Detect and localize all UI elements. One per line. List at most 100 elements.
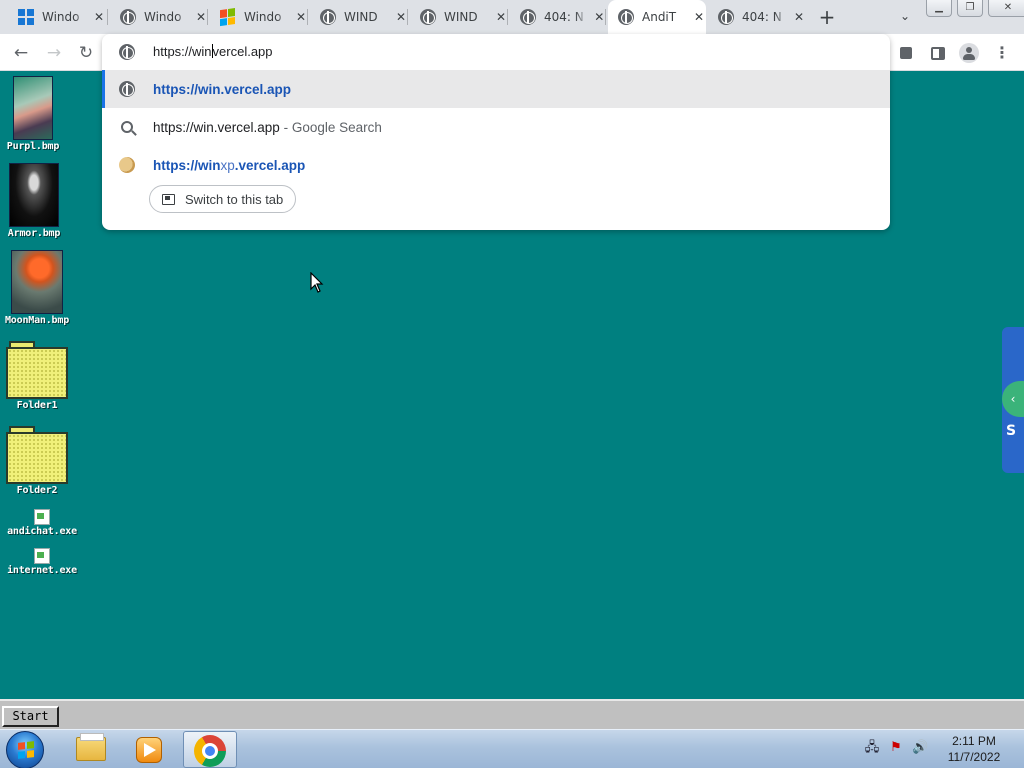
desktop-icon-label: MoonMan.bmp <box>4 315 70 326</box>
suggestion-3[interactable]: https://winxp.vercel.app <box>102 146 890 184</box>
tab-title: Windo <box>42 10 80 24</box>
tab-close-icon[interactable]: ✕ <box>92 10 106 24</box>
desktop-icon-label: andichat.exe <box>7 526 77 537</box>
address-input[interactable]: https://winvercel.app <box>153 44 273 59</box>
tab-close-icon[interactable]: ✕ <box>294 10 308 24</box>
moonman-image-thumbnail <box>11 250 63 314</box>
globe-icon <box>120 9 136 25</box>
tab-4[interactable]: WIND ✕ <box>310 0 408 34</box>
omnibox-dropdown: https://winvercel.app https://win.vercel… <box>102 34 890 230</box>
windows-explorer-icon[interactable] <box>62 731 116 768</box>
profile-avatar-icon[interactable] <box>957 41 981 65</box>
tab-title: WIND <box>444 10 478 24</box>
more-menu-kebab-icon[interactable]: ⋮ <box>990 41 1014 65</box>
window-controls: ▁ ❐ ✕ <box>926 0 1024 18</box>
globe-icon <box>420 9 436 25</box>
new-tab-plus-icon[interactable]: + <box>816 6 838 28</box>
address-bar[interactable]: https://winvercel.app <box>102 34 890 70</box>
suggestion-2-search[interactable]: https://win.vercel.app - Google Search <box>102 108 890 146</box>
switch-tab-icon <box>162 193 175 205</box>
tab-title: AndiT <box>642 10 677 24</box>
tab-title: WIND <box>344 10 378 24</box>
action-center-flag-icon[interactable]: ⚑ <box>888 740 904 756</box>
tab-5[interactable]: WIND ✕ <box>410 0 508 34</box>
os-taskbar: 🖧 ⚑ 🔊 2:11 PM 11/7/2022 <box>0 729 1024 768</box>
globe-icon <box>320 9 336 25</box>
armor-image-thumbnail <box>9 163 59 227</box>
search-icon <box>121 121 133 133</box>
tab-title: Windo <box>244 10 282 24</box>
globe-icon <box>119 81 135 97</box>
tab-1[interactable]: Windo ✕ <box>8 0 108 34</box>
desktop-icon-internet[interactable]: internet.exe <box>2 548 82 576</box>
site-info-globe-icon[interactable] <box>119 44 135 60</box>
broken-image-icon <box>34 548 50 564</box>
desktop-icon-moonman[interactable]: MoonMan.bmp <box>0 250 77 326</box>
webpage-start-bar: Start <box>0 699 1024 729</box>
tab-title: Windo <box>144 10 182 24</box>
side-panel-icon[interactable] <box>926 41 950 65</box>
tab-search-chevron-icon[interactable]: ⌄ <box>896 9 914 25</box>
desktop-icon-andichat[interactable]: andichat.exe <box>2 509 82 537</box>
back-arrow-icon[interactable]: ← <box>9 41 33 65</box>
desktop-icon-label: Purpl.bmp <box>6 141 60 152</box>
desktop-icon-purpl[interactable]: Purpl.bmp <box>0 76 73 152</box>
tab-close-icon[interactable]: ✕ <box>592 10 606 24</box>
extensions-puzzle-icon[interactable] <box>894 41 918 65</box>
windows-logo-icon <box>18 9 34 25</box>
desktop-icon-label: Armor.bmp <box>7 228 61 239</box>
clock-time: 2:11 PM <box>952 734 996 748</box>
clock-date: 11/7/2022 <box>947 750 1001 764</box>
switch-to-tab-label: Switch to this tab <box>185 191 284 207</box>
tab-7-active[interactable]: AndiT ✕ <box>608 0 706 34</box>
network-icon[interactable]: 🖧 <box>864 740 880 756</box>
suggestion-1[interactable]: https://win.vercel.app <box>102 70 890 108</box>
windows-start-orb-icon[interactable] <box>6 731 44 768</box>
tab-2[interactable]: Windo ✕ <box>110 0 208 34</box>
tab-title: 404: N <box>544 10 584 24</box>
desktop-icon-folder2[interactable]: Folder2 <box>0 426 77 496</box>
restore-icon[interactable]: ❐ <box>957 0 983 17</box>
switch-to-tab-button[interactable]: Switch to this tab <box>149 185 297 213</box>
desktop-icon-label: internet.exe <box>7 565 77 576</box>
tab-6[interactable]: 404: N ✕ <box>510 0 606 34</box>
tab-close-icon[interactable]: ✕ <box>394 10 408 24</box>
tab-close-icon[interactable]: ✕ <box>194 10 208 24</box>
desktop-icon-armor[interactable]: Armor.bmp <box>0 163 74 239</box>
windows-xp-logo-icon <box>220 8 236 27</box>
system-tray: 🖧 ⚑ 🔊 <box>864 740 928 756</box>
volume-icon[interactable]: 🔊 <box>912 740 928 756</box>
broken-image-icon <box>34 509 50 525</box>
globe-icon <box>618 9 634 25</box>
media-player-icon[interactable] <box>122 731 176 768</box>
forward-arrow-icon[interactable]: → <box>42 41 66 65</box>
tab-close-icon[interactable]: ✕ <box>494 10 508 24</box>
doge-favicon-icon <box>119 157 135 173</box>
tab-8[interactable]: 404: N ✕ <box>708 0 806 34</box>
close-window-icon[interactable]: ✕ <box>988 0 1024 17</box>
side-widget-tab[interactable]: ‹ S <box>1002 327 1024 473</box>
suggestion-text: https://winxp.vercel.app <box>153 157 306 173</box>
widget-logo-icon: S <box>1006 423 1017 439</box>
clock[interactable]: 2:11 PM 11/7/2022 <box>934 733 1014 765</box>
globe-icon <box>520 9 536 25</box>
tab-title: 404: N <box>742 10 782 24</box>
chrome-icon[interactable] <box>183 731 237 768</box>
desktop-icon-label: Folder1 <box>16 400 58 411</box>
tab-3[interactable]: Windo ✕ <box>210 0 308 34</box>
purpl-image-thumbnail <box>13 76 53 140</box>
start-button[interactable]: Start <box>2 706 59 727</box>
suggestion-text: https://win.vercel.app - Google Search <box>153 119 382 135</box>
reload-icon[interactable]: ↻ <box>74 41 98 65</box>
chevron-left-icon[interactable]: ‹ <box>1002 381 1024 417</box>
globe-icon <box>718 9 734 25</box>
desktop-icon-label: Folder2 <box>16 485 58 496</box>
tab-close-icon[interactable]: ✕ <box>692 10 706 24</box>
desktop-icon-folder1[interactable]: Folder1 <box>0 341 77 411</box>
folder-icon <box>6 426 68 484</box>
minimize-icon[interactable]: ▁ <box>926 0 952 17</box>
tab-strip: Windo ✕ Windo ✕ Windo ✕ WIND ✕ WIND ✕ 40… <box>0 0 1024 34</box>
suggestion-text: https://win.vercel.app <box>153 81 292 97</box>
tab-close-icon[interactable]: ✕ <box>792 10 806 24</box>
folder-icon <box>6 341 68 399</box>
